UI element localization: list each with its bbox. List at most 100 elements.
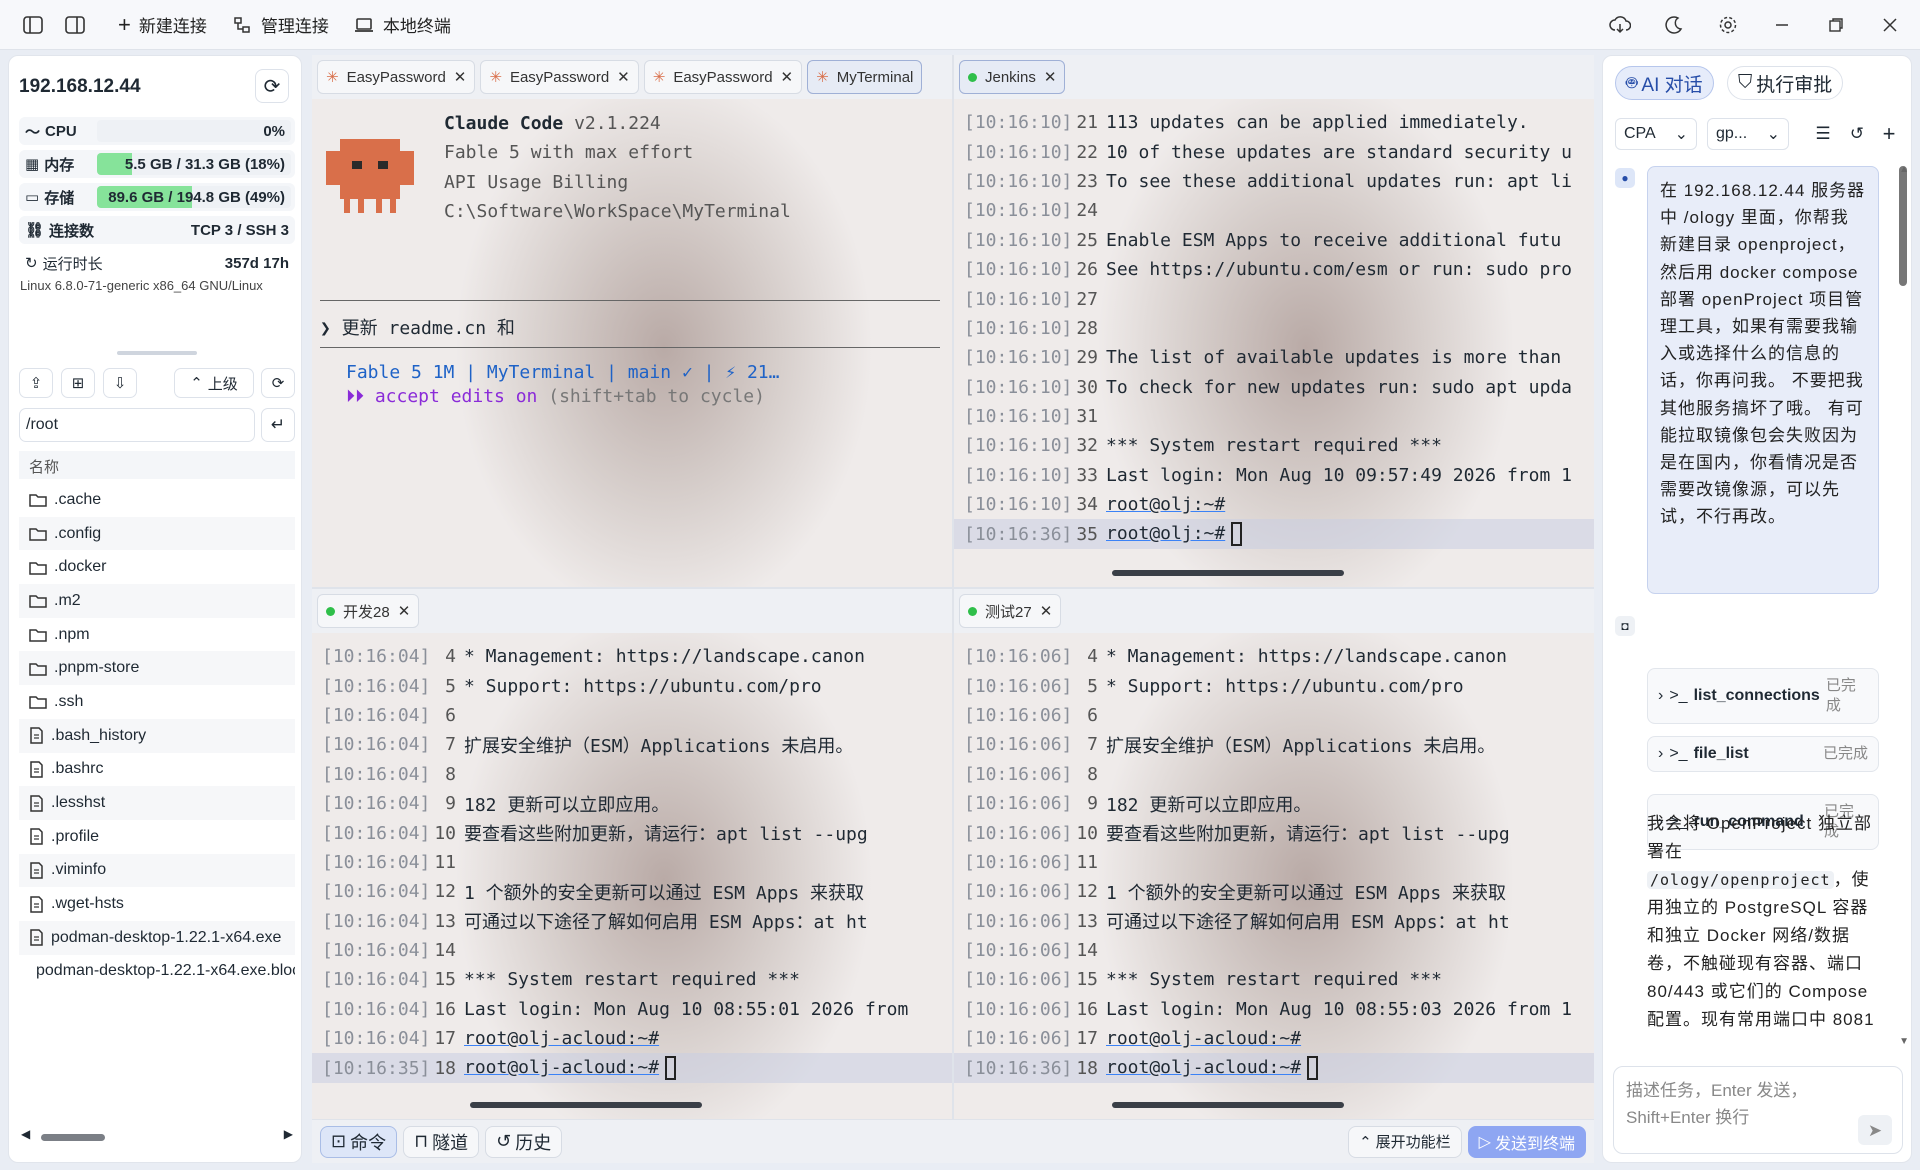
scroll-down-icon[interactable]: ▼	[1899, 1036, 1909, 1047]
manage-connections-button[interactable]: 管理连接	[219, 8, 341, 42]
file-row[interactable]: .profile	[19, 820, 295, 854]
terminal-pane-dev28[interactable]: 开发28 ✕ [10:16:04] 4 * Management: https://…	[312, 589, 952, 1119]
tool-call-list-connections[interactable]: › >_ list_connections 已完成	[1647, 668, 1879, 724]
terminal-line: [10:16:10] 34 root@olj:~#	[954, 490, 1594, 519]
upload-icon: ⇪	[29, 375, 43, 392]
minimize-icon[interactable]	[1760, 8, 1804, 42]
upload-button[interactable]: ⇪	[19, 368, 53, 398]
transfer-button[interactable]: ⊞	[61, 368, 95, 398]
command-tab[interactable]: ⊡ 命令	[320, 1125, 398, 1158]
file-list-header: 名称	[19, 451, 295, 479]
file-row[interactable]: .m2	[19, 584, 295, 618]
toggle-panel-button[interactable]	[54, 8, 96, 42]
file-row[interactable]: .docker	[19, 550, 295, 584]
scroll-up-icon[interactable]: ▲	[1899, 164, 1909, 175]
tab-approvals[interactable]: ⛉ 执行审批	[1727, 66, 1844, 100]
send-to-terminal-button[interactable]: ▷ 发送到终端	[1467, 1125, 1586, 1158]
file-row[interactable]: .wget-hsts	[19, 887, 295, 921]
settings-sliders-button[interactable]: ☰	[1809, 118, 1837, 150]
file-row[interactable]: .bash_history	[19, 718, 295, 753]
cloud-download-icon[interactable]	[1598, 8, 1642, 42]
go-path-button[interactable]: ↵	[261, 408, 295, 442]
file-list-scrollbar[interactable]: ◀ ▶	[19, 1127, 295, 1144]
close-icon[interactable]: ✕	[1040, 602, 1053, 620]
file-row[interactable]: .bashrc	[19, 753, 295, 787]
connections-label: 连接数	[49, 222, 95, 240]
file-row[interactable]: podman-desktop-1.22.1-x64.exe	[19, 920, 295, 955]
toggle-sidebar-button[interactable]	[12, 8, 54, 42]
tab-easypassword-2[interactable]: ✳ EasyPassword ✕	[480, 60, 639, 94]
uptime-value: 357d 17h	[224, 254, 289, 272]
file-row[interactable]: .lesshst	[19, 786, 295, 820]
model-select[interactable]: gp... ⌄	[1707, 118, 1789, 150]
moon-icon[interactable]	[1652, 8, 1696, 42]
line-text: To check for new updates run: sudo apt u…	[1106, 377, 1594, 398]
new-chat-button[interactable]: +	[1875, 118, 1903, 150]
gear-icon[interactable]	[1706, 8, 1750, 42]
line-text: root@olj-acloud:~#	[464, 1056, 952, 1081]
close-icon[interactable]: ✕	[617, 68, 630, 86]
file-row[interactable]: .config	[19, 516, 295, 551]
file-row[interactable]: .cache	[19, 483, 295, 517]
send-icon: ➤	[1867, 1120, 1883, 1140]
file-name: podman-desktop-1.22.1-x64.exe.blockmap	[36, 962, 295, 980]
line-number: 12	[434, 881, 456, 903]
file-row[interactable]: .pnpm-store	[19, 651, 295, 686]
scroll-right-icon[interactable]: ▶	[284, 1127, 293, 1141]
tab-jenkins[interactable]: Jenkins ✕	[959, 60, 1066, 94]
close-icon[interactable]: ✕	[398, 602, 411, 620]
line-timestamp: [10:16:06]	[964, 851, 1073, 873]
download-button[interactable]: ⇩	[103, 368, 137, 398]
terminal-line: [10:16:04] 14	[312, 936, 952, 965]
close-icon[interactable]: ✕	[1044, 68, 1057, 86]
close-icon[interactable]	[1868, 8, 1912, 42]
line-number: 6	[1087, 704, 1098, 726]
path-input[interactable]: /root	[19, 408, 255, 442]
refresh-files-button[interactable]: ⟳	[261, 368, 295, 398]
file-row[interactable]: podman-desktop-1.22.1-x64.exe.blockmap	[19, 955, 295, 989]
line-content: 扩展安全维护（ESM）Applications 未启用。	[1106, 735, 1496, 757]
line-timestamp: [10:16:04]	[322, 734, 431, 756]
provider-select[interactable]: CPA ⌄	[1615, 118, 1697, 150]
scrollbar-thumb[interactable]	[470, 1102, 702, 1108]
terminal-line: [10:16:06] 14	[954, 936, 1594, 965]
close-icon[interactable]: ✕	[454, 68, 467, 86]
line-timestamp: [10:16:04]	[322, 763, 431, 785]
line-text: 182 更新可以立即应用。	[464, 791, 952, 817]
file-row[interactable]: .ssh	[19, 685, 295, 719]
tab-easypassword-1[interactable]: ✳ EasyPassword ✕	[317, 60, 476, 94]
expand-toolbar-button[interactable]: ⌃ 展开功能栏	[1348, 1125, 1462, 1158]
chat-scrollbar[interactable]	[1899, 166, 1907, 286]
tab-easypassword-3[interactable]: ✳ EasyPassword ✕	[643, 60, 803, 94]
scrollbar-thumb[interactable]	[1112, 1102, 1344, 1108]
terminal-pane-jenkins[interactable]: Jenkins ✕ [10:16:10] 21 113 updates can be …	[954, 55, 1594, 587]
tab-ai-chat[interactable]: 🤖︎ AI 对话	[1615, 66, 1714, 100]
history-button[interactable]: ↺	[1843, 118, 1871, 150]
parent-dir-button[interactable]: ⌃ 上级	[174, 368, 254, 398]
tunnel-tab[interactable]: ⊓ 隧道	[403, 1125, 480, 1158]
close-icon[interactable]: ✕	[781, 68, 794, 86]
new-connection-button[interactable]: + 新建连接	[106, 8, 219, 42]
terminal-pane-test27[interactable]: 测试27 ✕ [10:16:06] 4 * Management: https://…	[954, 589, 1594, 1119]
scrollbar-thumb[interactable]	[1112, 570, 1344, 576]
tab-test27[interactable]: 测试27 ✕	[959, 594, 1062, 628]
tab-myterminal-4[interactable]: ✳ MyTerminal	[807, 60, 923, 94]
claude-prompt[interactable]: ❯ 更新 readme.cn 和	[320, 314, 952, 340]
local-terminal-button[interactable]: 本地终端	[341, 8, 463, 42]
scroll-left-icon[interactable]: ◀	[21, 1127, 30, 1141]
file-row[interactable]: .viminfo	[19, 853, 295, 888]
refresh-stats-button[interactable]: ⟳	[255, 69, 289, 103]
restore-icon[interactable]	[1814, 8, 1858, 42]
send-button[interactable]: ➤	[1858, 1115, 1892, 1145]
panel-resize-grip[interactable]	[117, 351, 197, 355]
history-tab[interactable]: ↺ 历史	[485, 1125, 563, 1158]
terminal-cursor	[1307, 1056, 1319, 1081]
terminal-pane-claude[interactable]: ✳ EasyPassword ✕ ✳ EasyPassword ✕ ✳ EasyPasswor…	[312, 55, 952, 587]
scrollbar-thumb[interactable]	[41, 1134, 105, 1141]
folder-icon	[29, 629, 47, 642]
task-input[interactable]: 描述任务，Enter 发送，Shift+Enter 换行 ➤	[1613, 1066, 1903, 1154]
file-row[interactable]: .npm	[19, 618, 295, 652]
line-content: root@olj:~#	[1106, 494, 1226, 516]
tab-dev28[interactable]: 开发28 ✕	[317, 594, 420, 628]
tool-call-file-list[interactable]: › >_ file_list 已完成	[1647, 736, 1879, 772]
